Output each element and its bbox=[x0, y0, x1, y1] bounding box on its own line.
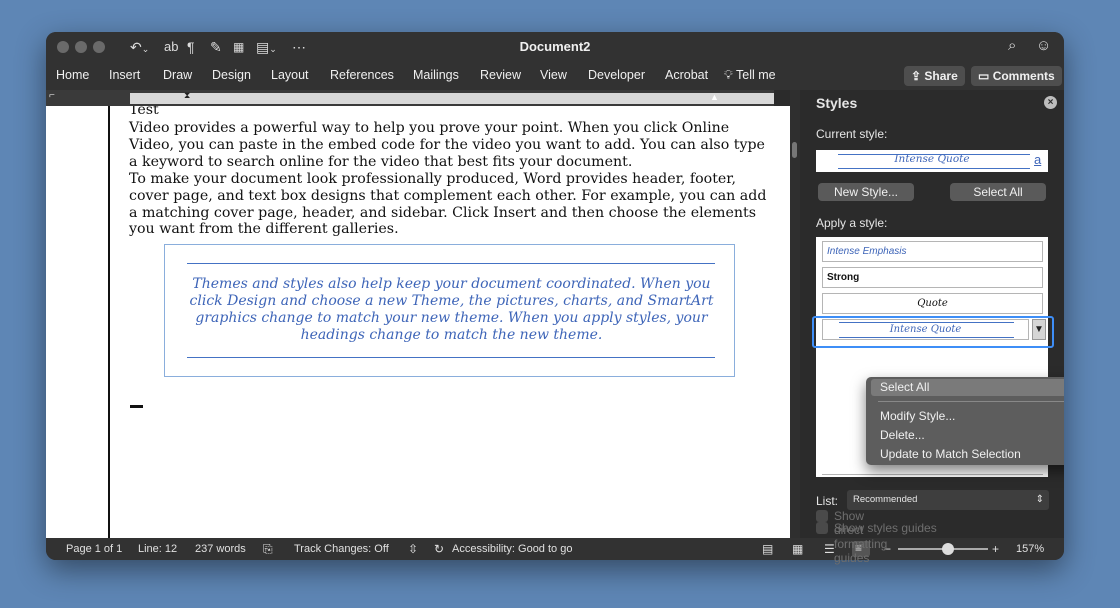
focus-icon[interactable]: ⇳ bbox=[408, 542, 418, 556]
tab-references[interactable]: References bbox=[330, 68, 394, 82]
style-context-menu: Select All Modify Style... Delete... Upd… bbox=[866, 377, 1064, 465]
right-indent-marker-icon[interactable]: ▲ bbox=[710, 92, 719, 102]
apply-style-label: Apply a style: bbox=[816, 216, 888, 230]
share-label: Share bbox=[924, 69, 958, 83]
word-window: ↶⌄ ab ¶ ✎ ▦ ▤⌄ ⋯ Document2 ⌕ ☺ Home Inse… bbox=[46, 32, 1064, 560]
status-bar: Page 1 of 1 Line: 12 237 words ⎘ Track C… bbox=[46, 538, 1064, 560]
style-strong[interactable]: Strong bbox=[822, 267, 1043, 288]
zoom-level[interactable]: 157% bbox=[1016, 543, 1044, 555]
read-mode-icon[interactable]: ▤ bbox=[762, 542, 773, 556]
styles-pane: Styles × Current style: Intense Quote a … bbox=[802, 90, 1064, 540]
menu-select-all[interactable]: Select All bbox=[880, 380, 929, 394]
menu-update-to-match[interactable]: Update to Match Selection bbox=[880, 447, 1021, 461]
zoom-slider-knob[interactable] bbox=[942, 543, 954, 555]
print-layout-icon[interactable]: ▦ bbox=[792, 542, 803, 556]
quote-text: Themes and styles also help keep your do… bbox=[189, 276, 714, 343]
smiley-feedback-icon[interactable]: ☺ bbox=[1036, 37, 1051, 54]
ribbon-tabs: Home Insert Draw Design Layout Reference… bbox=[46, 62, 1064, 90]
paragraph-professional: To make your document look professionall… bbox=[129, 171, 767, 238]
comment-icon: ▭ bbox=[978, 69, 990, 83]
new-style-button[interactable]: New Style... bbox=[818, 183, 914, 201]
lightbulb-icon: 💡︎ bbox=[724, 68, 733, 82]
current-style-mark: a bbox=[1034, 152, 1042, 167]
track-changes-status[interactable]: Track Changes: Off bbox=[294, 543, 389, 555]
comments-label: Comments bbox=[992, 69, 1055, 83]
intense-quote-block[interactable]: Themes and styles also help keep your do… bbox=[164, 244, 735, 377]
tab-acrobat[interactable]: Acrobat bbox=[665, 68, 708, 82]
list-filter-select[interactable]: Recommended ⇕ bbox=[847, 490, 1049, 510]
search-icon[interactable]: ⌕ bbox=[1008, 37, 1016, 54]
list-filter-value: Recommended bbox=[853, 494, 918, 505]
horizontal-ruler[interactable]: ⌐ ⧗ ▲ bbox=[46, 90, 774, 106]
vertical-scrollbar[interactable] bbox=[790, 90, 800, 538]
share-button[interactable]: ⇪ Share bbox=[904, 66, 965, 86]
accessibility-icon[interactable]: ↻ bbox=[434, 542, 444, 556]
style-quote[interactable]: Quote bbox=[822, 293, 1043, 314]
page-count[interactable]: Page 1 of 1 bbox=[66, 543, 122, 555]
tab-draw[interactable]: Draw bbox=[163, 68, 192, 82]
quote-bottom-rule bbox=[187, 357, 715, 358]
tell-me-field[interactable]: 💡︎ Tell me bbox=[724, 68, 776, 83]
text-cursor bbox=[130, 405, 143, 408]
tab-stop-icon[interactable]: ⌐ bbox=[49, 90, 55, 101]
show-direct-formatting-label: Show direct formatting guides bbox=[834, 509, 888, 565]
close-pane-icon[interactable]: × bbox=[1044, 96, 1057, 109]
tab-review[interactable]: Review bbox=[480, 68, 521, 82]
document-title: Document2 bbox=[519, 39, 591, 54]
styles-pane-title: Styles bbox=[816, 95, 858, 111]
line-number: Line: 12 bbox=[138, 543, 178, 555]
select-all-button[interactable]: Select All bbox=[950, 183, 1046, 201]
ruler-scale bbox=[130, 93, 774, 104]
proofing-icon[interactable]: ⎘ bbox=[263, 542, 273, 557]
share-icon: ⇪ bbox=[911, 69, 922, 83]
tab-layout[interactable]: Layout bbox=[271, 68, 309, 82]
accessibility-status[interactable]: Accessibility: Good to go bbox=[452, 543, 572, 555]
tab-insert[interactable]: Insert bbox=[109, 68, 140, 82]
current-style-name: Intense Quote bbox=[894, 153, 970, 165]
comments-button[interactable]: ▭ Comments bbox=[971, 66, 1062, 86]
tab-home[interactable]: Home bbox=[56, 68, 89, 82]
style-intense-emphasis[interactable]: Intense Emphasis bbox=[822, 241, 1043, 262]
page-margin-line bbox=[108, 106, 110, 538]
paragraph-video: Video provides a powerful way to help yo… bbox=[129, 120, 765, 170]
tab-design[interactable]: Design bbox=[212, 68, 251, 82]
tab-mailings[interactable]: Mailings bbox=[413, 68, 459, 82]
zoom-in-icon[interactable]: + bbox=[992, 542, 999, 556]
tab-developer[interactable]: Developer bbox=[588, 68, 645, 82]
selected-style-focus-ring bbox=[812, 316, 1054, 348]
word-count[interactable]: 237 words bbox=[195, 543, 246, 555]
menu-modify-style[interactable]: Modify Style... bbox=[880, 409, 955, 423]
document-page[interactable]: Test Video provides a powerful way to he… bbox=[46, 106, 790, 538]
updown-chevron-icon: ⇕ bbox=[1035, 494, 1044, 505]
vertical-scroll-thumb[interactable] bbox=[792, 142, 797, 158]
menu-separator bbox=[878, 401, 1064, 402]
preview-bottom-rule bbox=[838, 168, 1030, 169]
tab-view[interactable]: View bbox=[540, 68, 567, 82]
current-style-label: Current style: bbox=[816, 127, 888, 141]
quote-top-rule bbox=[187, 263, 715, 264]
indent-marker-icon[interactable]: ⧗ bbox=[184, 90, 190, 101]
cut-heading: Test bbox=[129, 106, 159, 118]
show-styles-guides-checkbox[interactable] bbox=[816, 522, 828, 534]
tell-me-label: Tell me bbox=[736, 68, 776, 82]
current-style-preview: Intense Quote a bbox=[816, 150, 1048, 172]
list-label: List: bbox=[816, 494, 839, 508]
show-direct-formatting-checkbox[interactable] bbox=[816, 510, 828, 522]
menu-delete[interactable]: Delete... bbox=[880, 428, 925, 442]
title-bar: ↶⌄ ab ¶ ✎ ▦ ▤⌄ ⋯ Document2 ⌕ ☺ bbox=[46, 32, 1064, 62]
